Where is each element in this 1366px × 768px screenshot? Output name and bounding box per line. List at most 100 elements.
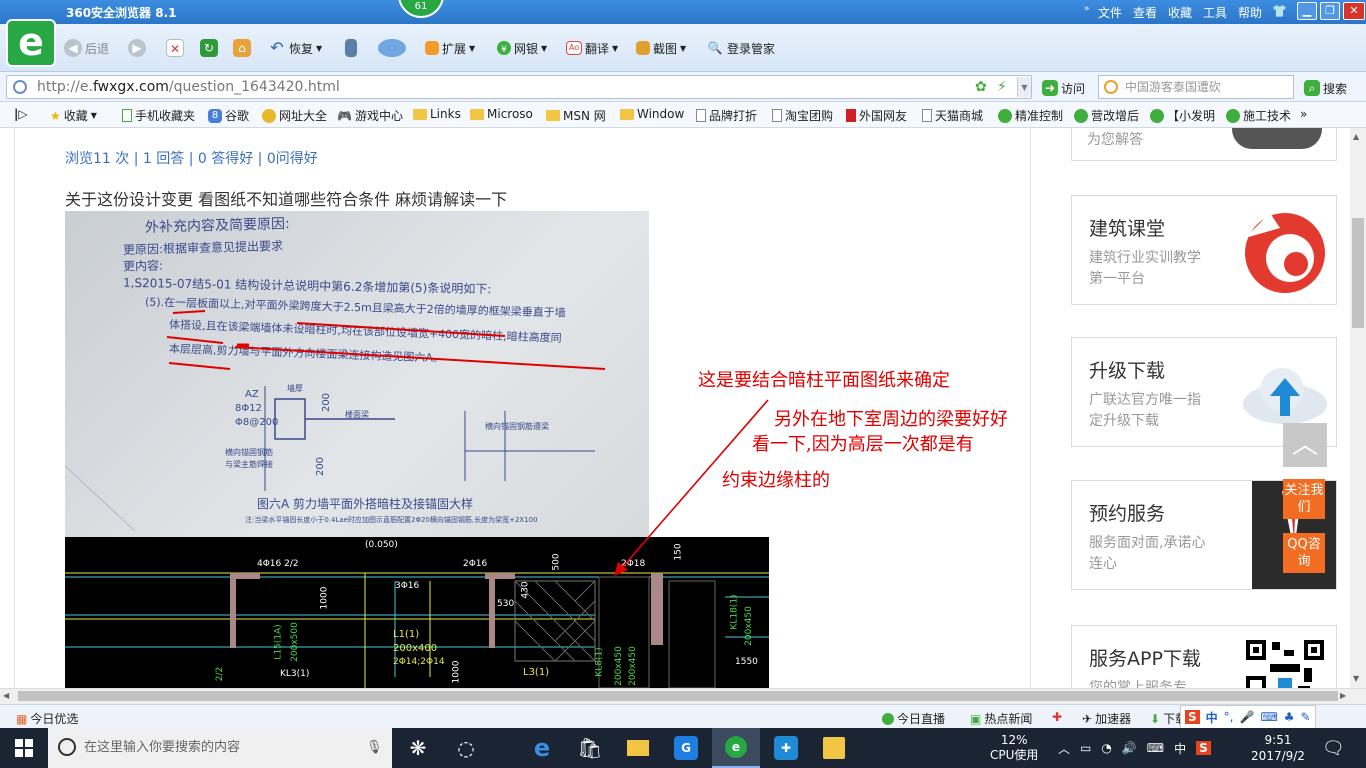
scrollbar-thumb[interactable] <box>18 691 1338 701</box>
menu-favorites[interactable]: 收藏 <box>1168 4 1192 21</box>
app-g-icon[interactable]: G <box>662 728 710 768</box>
toolbox-icon[interactable]: ✎ <box>1301 710 1311 724</box>
menu-overflow-icon[interactable]: » <box>1084 4 1090 14</box>
search-button[interactable]: ⌕ 搜索 <box>1304 78 1347 98</box>
medical-icon[interactable]: ✚ <box>1052 710 1062 724</box>
lightning-icon[interactable]: ⚡ <box>997 76 1007 98</box>
question-stats[interactable]: 浏览11 次 | 1 回答 | 0 答得好 | 0问得好 <box>65 148 318 168</box>
notes-icon[interactable] <box>810 728 858 768</box>
fav-item[interactable]: 8 谷歌 <box>208 107 249 124</box>
fav-item[interactable]: Microso <box>470 107 533 121</box>
forward-button[interactable]: ▶ <box>128 38 146 58</box>
scroll-up-icon[interactable]: ▲ <box>1353 132 1359 141</box>
today-picks[interactable]: ▦ 今日优选 <box>16 710 78 727</box>
screenshot-button[interactable]: 截图 ▼ <box>636 38 686 58</box>
card-app-download[interactable]: 服务APP下载 您的掌上服务专 <box>1071 625 1337 688</box>
restore-button[interactable]: ↶ 恢复 ▼ <box>268 38 322 58</box>
back-to-top-button[interactable]: ︿ <box>1283 423 1327 467</box>
menu-view[interactable]: 查看 <box>1133 4 1157 21</box>
chevron-up-icon[interactable]: ︿ <box>1058 740 1070 757</box>
search-field[interactable]: 中国游客泰国遭砍 <box>1098 75 1294 99</box>
keyboard-icon[interactable]: ⌨ <box>1147 741 1164 755</box>
scrollbar-thumb[interactable] <box>1352 218 1364 328</box>
taskbar-search[interactable]: 在这里输入你要搜索的内容 🎙 <box>48 728 392 768</box>
fav-item[interactable]: 外国网友 <box>846 107 907 124</box>
browser-360-icon[interactable]: e <box>712 728 760 768</box>
reload-icon[interactable]: ✿ <box>975 76 987 98</box>
close-button[interactable]: ✕ <box>1343 2 1365 20</box>
wifi-icon[interactable]: ◔ <box>1101 741 1111 755</box>
sidebar-toggle-icon[interactable]: |▷ <box>14 107 28 121</box>
fav-item[interactable]: 【小发明 <box>1150 107 1215 124</box>
ime-language[interactable]: 中 <box>1206 709 1218 726</box>
fav-item[interactable]: 🎮 游戏中心 <box>337 107 403 124</box>
back-button[interactable]: ◀ 后退 <box>64 38 109 58</box>
ime-toolbar[interactable]: S 中 °, 🎤 ⌨ ♣ ✎ <box>1180 705 1316 729</box>
minimize-button[interactable]: ▁ <box>1297 2 1317 20</box>
url-field[interactable]: http://e.fwxgx.com/question_1643420.html… <box>6 75 1032 99</box>
microphone-icon[interactable]: 🎙 <box>366 728 383 768</box>
card-classroom[interactable]: 建筑课堂 建筑行业实训教学第一平台 <box>1071 195 1337 305</box>
app-swirl-icon[interactable]: ◌ <box>442 728 490 768</box>
vertical-scrollbar[interactable]: ▲ ▼ <box>1350 128 1366 688</box>
card-answer[interactable]: 为您解答 <box>1071 128 1337 161</box>
maximize-button[interactable]: ❐ <box>1320 2 1340 20</box>
today-live[interactable]: 今日直播 <box>882 710 945 727</box>
question-photo[interactable]: 外补充内容及简要原因: 更原因:根据审查意见提出要求 更内容: 1,S2015-… <box>65 211 649 539</box>
accelerator[interactable]: ✈ 加速器 <box>1082 710 1131 727</box>
fav-item[interactable]: MSN 网 <box>546 107 606 124</box>
skin-icon[interactable]: ♣ <box>1284 710 1295 724</box>
sogou-icon[interactable]: S <box>1196 741 1211 755</box>
home-button[interactable]: ⌂ <box>233 38 251 58</box>
notification-badge[interactable]: 61 <box>398 0 444 18</box>
more-favorites-icon[interactable]: » <box>1300 107 1307 121</box>
battery-icon[interactable]: ▭ <box>1080 741 1091 755</box>
menu-tools[interactable]: 工具 <box>1203 4 1227 21</box>
fav-item[interactable]: 天猫商城 <box>922 107 983 124</box>
ime-punctuation[interactable]: °, <box>1224 710 1234 724</box>
menu-help[interactable]: 帮助 <box>1238 4 1262 21</box>
hot-news[interactable]: ▣ 热点新闻 <box>970 710 1032 727</box>
bank-button[interactable]: ¥ 网银 ▼ <box>497 38 547 58</box>
fav-item[interactable]: Window <box>620 107 684 121</box>
cpu-usage[interactable]: 12% CPU使用 <box>990 728 1038 768</box>
url-dropdown-icon[interactable]: ▼ <box>1017 77 1031 97</box>
browser-logo[interactable]: e <box>6 19 56 67</box>
menu-file[interactable]: 文件 <box>1098 4 1122 21</box>
scroll-left-icon[interactable]: ◀ <box>3 691 9 700</box>
language-indicator[interactable]: 中 <box>1174 740 1186 757</box>
qq-consult-button[interactable]: QQ咨询 <box>1283 533 1325 573</box>
volume-icon[interactable]: 🔊 <box>1122 741 1137 755</box>
store-icon[interactable]: 🛍 <box>566 728 614 768</box>
translate-button[interactable]: Ao 翻译 ▼ <box>566 38 618 58</box>
follow-us-button[interactable]: 关注我们 <box>1283 479 1325 519</box>
fav-collect[interactable]: ★ 收藏 ▼ <box>50 107 97 124</box>
app-plus-icon[interactable]: ✚ <box>762 728 810 768</box>
extend-button[interactable]: 扩展 ▼ <box>425 38 475 58</box>
scroll-right-icon[interactable]: ▶ <box>1340 691 1346 700</box>
edge-icon[interactable]: e <box>518 728 566 768</box>
fav-item[interactable]: 施工技术 <box>1226 107 1291 124</box>
fav-item[interactable]: 营改增后 <box>1074 107 1139 124</box>
fav-item[interactable]: 精准控制 <box>998 107 1063 124</box>
fav-item[interactable]: 网址大全 <box>262 107 327 124</box>
file-explorer-icon[interactable] <box>614 728 662 768</box>
mobile-button[interactable] <box>345 38 357 58</box>
refresh-button[interactable]: ↻ <box>200 38 218 58</box>
microphone-icon[interactable]: 🎤 <box>1240 710 1255 724</box>
skin-shirt-icon[interactable]: 👕 <box>1272 4 1287 18</box>
clock[interactable]: 9:51 2017/9/2 <box>1248 728 1308 768</box>
fav-item[interactable]: 品牌打折 <box>696 107 757 124</box>
cloud-button[interactable] <box>378 38 406 58</box>
go-button[interactable]: ➜ 访问 <box>1042 78 1085 98</box>
task-view-icon[interactable]: ❋ <box>394 728 442 768</box>
horizontal-scrollbar[interactable]: ◀ ▶ <box>0 688 1366 704</box>
windows-start-icon[interactable] <box>0 728 48 768</box>
scroll-down-icon[interactable]: ▼ <box>1353 674 1359 683</box>
fav-item[interactable]: 手机收藏夹 <box>122 107 195 124</box>
fav-item[interactable]: 淘宝团购 <box>772 107 833 124</box>
login-button[interactable]: 🔍 登录管家 <box>706 38 776 58</box>
stop-button[interactable]: ✕ <box>166 38 184 58</box>
notification-icon[interactable]: 🗨 <box>1322 728 1345 768</box>
keyboard-icon[interactable]: ⌨ <box>1260 710 1277 724</box>
